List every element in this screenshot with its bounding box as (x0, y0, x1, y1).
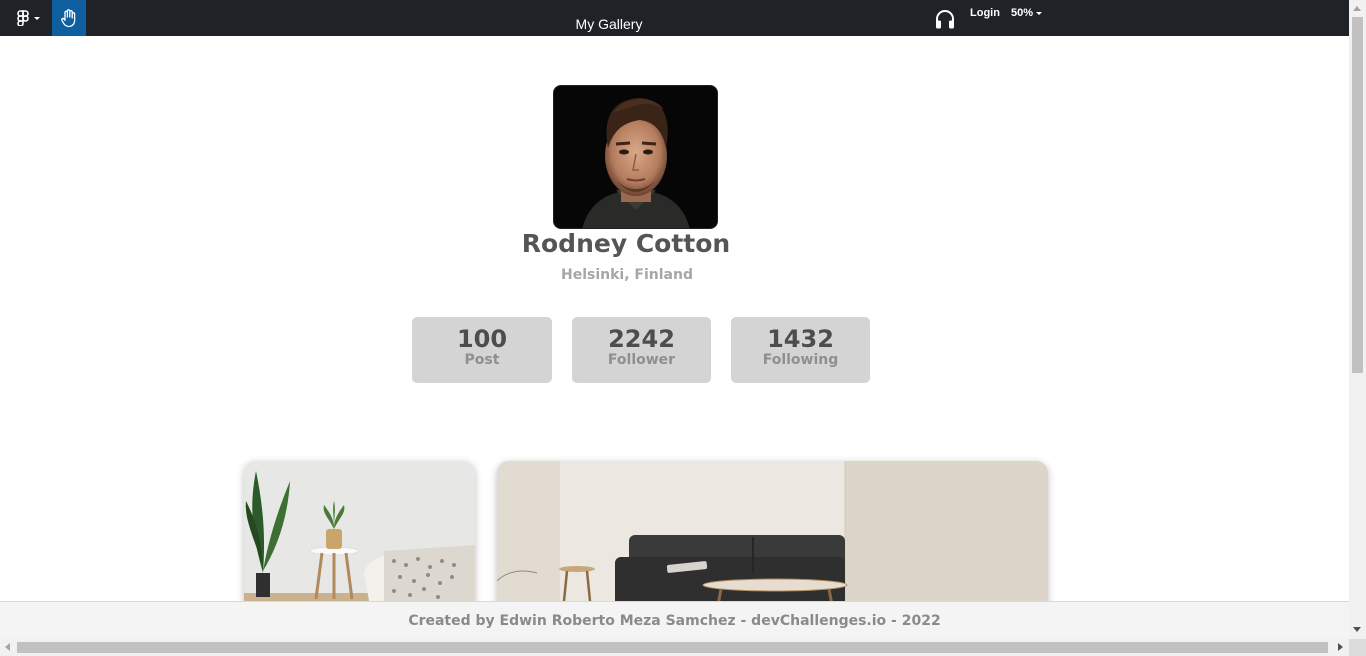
stat-value: 100 (456, 325, 508, 353)
footer-credit: Created by Edwin Roberto Meza Samchez - … (0, 601, 1349, 639)
stat-label: Follower (607, 352, 676, 368)
scroll-left-icon[interactable] (5, 643, 10, 651)
login-button[interactable]: Login (970, 7, 1000, 19)
stat-card-following: 1432 Following (731, 317, 870, 383)
vertical-scroll-thumb[interactable] (1352, 17, 1363, 373)
scroll-right-icon[interactable] (1338, 643, 1343, 651)
stat-card-posts: 100 Post (412, 317, 552, 383)
stat-value: 2242 (608, 325, 675, 353)
stat-label: Post (464, 352, 500, 368)
profile-location: Helsinki, Finland (561, 267, 693, 283)
horizontal-scrollbar[interactable] (0, 639, 1349, 656)
headphones-icon[interactable] (934, 8, 956, 30)
gallery-photo[interactable] (244, 461, 475, 621)
stat-value: 1432 (767, 325, 834, 353)
profile-name: Rodney Cotton (521, 229, 731, 258)
scroll-up-icon[interactable] (1353, 6, 1361, 11)
stat-label: Following (762, 352, 839, 368)
vertical-scrollbar[interactable] (1349, 0, 1366, 639)
top-toolbar: My Gallery Login 50% (0, 0, 1349, 36)
chevron-down-icon (1036, 11, 1043, 15)
avatar (553, 85, 718, 229)
stat-card-followers: 2242 Follower (572, 317, 711, 383)
gallery-photo[interactable] (497, 461, 1048, 621)
scroll-down-icon[interactable] (1353, 627, 1361, 632)
zoom-level: 50% (1011, 7, 1034, 19)
zoom-dropdown[interactable]: 50% (1011, 7, 1043, 19)
scrollbar-corner (1349, 639, 1366, 656)
horizontal-scroll-thumb[interactable] (17, 642, 1328, 653)
